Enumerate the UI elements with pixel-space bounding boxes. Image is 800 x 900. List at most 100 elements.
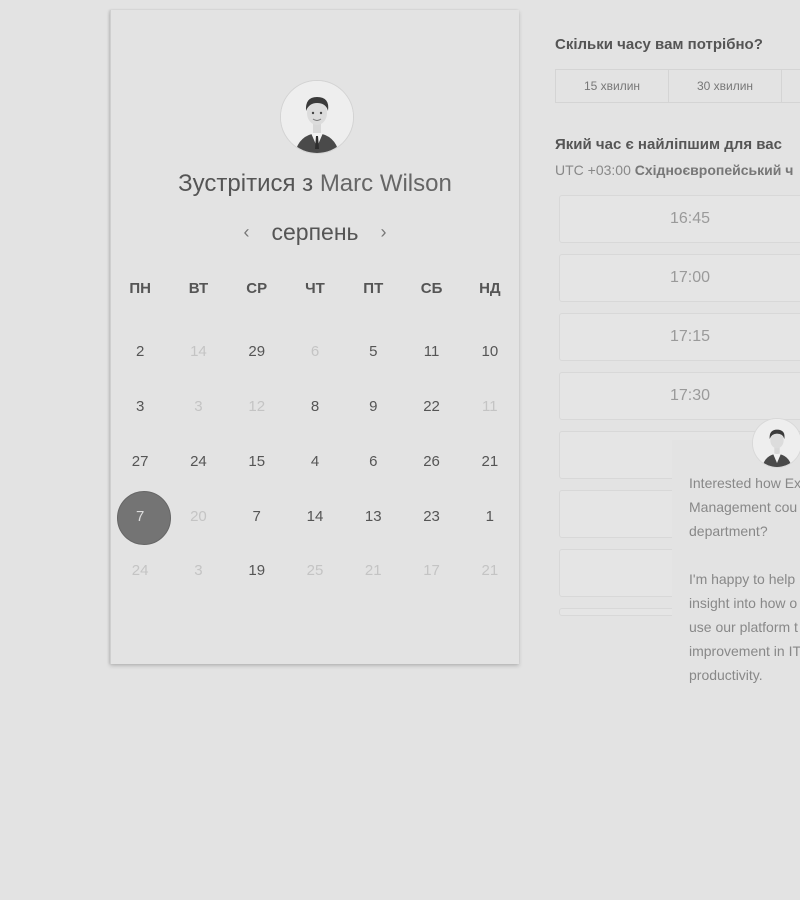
calendar-day[interactable]: 3 <box>111 387 169 427</box>
time-slot[interactable]: 16:45 <box>559 195 800 243</box>
day-number: 24 <box>190 453 207 470</box>
host-photo-icon <box>281 81 353 153</box>
day-number: 13 <box>364 508 382 525</box>
calendar-day: 24 <box>111 551 169 591</box>
weekday-label: НД <box>479 280 501 297</box>
duration-question: Скільки часу вам потрібно? <box>555 36 763 53</box>
calendar-day[interactable]: 6 <box>344 442 402 482</box>
calendar-day[interactable]: 4 <box>286 442 344 482</box>
day-number: 11 <box>423 343 440 360</box>
chat-text-line: productivity. <box>689 667 763 683</box>
calendar-day[interactable]: 24 <box>169 442 227 482</box>
chevron-right-icon[interactable]: › <box>373 222 395 243</box>
calendar-day[interactable]: 2 <box>111 332 169 372</box>
host-name: Marc Wilson <box>319 170 452 197</box>
time-slot[interactable]: 17:30 <box>559 372 800 420</box>
chat-text-line: insight into how o <box>689 595 798 611</box>
day-number: 29 <box>248 343 266 360</box>
chevron-left-icon[interactable]: ‹ <box>235 222 257 243</box>
calendar-day[interactable]: 21 <box>461 442 519 482</box>
title-prefix: Зустрітися з <box>178 170 314 197</box>
calendar-day: 21 <box>344 551 402 591</box>
duration-15-button[interactable]: 15 хвилин <box>556 70 669 102</box>
day-number: 6 <box>369 453 378 470</box>
calendar-day: 11 <box>461 387 519 427</box>
day-number: 7 <box>252 508 261 525</box>
calendar-week-row: 2 14 29 6 5 11 10 <box>111 332 519 372</box>
calendar-day: 17 <box>402 551 460 591</box>
calendar-week-row: 7 20 7 14 13 23 1 <box>111 491 519 545</box>
chat-text-line: Management cou <box>689 499 798 515</box>
calendar-day: 21 <box>461 551 519 591</box>
calendar-day: 25 <box>286 551 344 591</box>
selected-day[interactable]: 7 <box>111 491 172 545</box>
calendar-day[interactable]: 5 <box>344 332 402 372</box>
calendar-day[interactable]: 29 <box>228 332 286 372</box>
chat-text-line: I'm happy to help <box>689 571 796 587</box>
calendar-day[interactable]: 27 <box>111 442 169 482</box>
calendar-day[interactable]: 11 <box>402 332 460 372</box>
calendar-day[interactable]: 22 <box>402 387 460 427</box>
chat-text-line: improvement in IT <box>689 643 800 659</box>
calendar-day: 14 <box>169 332 227 372</box>
calendar-day[interactable]: 23 <box>402 497 460 537</box>
duration-30-button[interactable]: 30 хвилин <box>669 70 782 102</box>
weekday-label: СБ <box>420 280 443 297</box>
calendar-day: 3 <box>169 551 227 591</box>
calendar-day[interactable]: 7 <box>228 497 286 537</box>
chat-text-line: use our platform t <box>689 619 798 635</box>
calendar-day[interactable]: 9 <box>344 387 402 427</box>
weekday-label: СР <box>246 280 268 297</box>
timezone-offset: UTC +03:00 <box>555 162 631 178</box>
chat-text-line: Interested how Ex <box>689 475 800 491</box>
calendar-day[interactable]: 26 <box>402 442 460 482</box>
day-number: 25 <box>306 562 324 579</box>
calendar-day: 3 <box>169 387 227 427</box>
month-label: серпень <box>271 218 359 245</box>
calendar-day[interactable]: 13 <box>344 497 402 537</box>
weekday-label: ПН <box>129 280 151 297</box>
calendar-day[interactable]: 19 <box>228 551 286 591</box>
weekday-label: ЧТ <box>305 280 325 297</box>
day-number: 9 <box>369 398 378 415</box>
calendar-week-row: 3 3 12 8 9 22 11 <box>111 387 519 427</box>
agent-photo-icon <box>753 419 800 467</box>
meeting-title: Зустрітися з Marc Wilson <box>111 170 519 198</box>
day-number: 1 <box>485 508 494 525</box>
calendar-day[interactable]: 14 <box>286 497 344 537</box>
day-number: 14 <box>306 508 324 525</box>
calendar-day[interactable]: 1 <box>461 497 519 537</box>
timezone-label[interactable]: UTC +03:00 Східноєвропейський ч <box>555 162 793 178</box>
month-navigation: ‹ серпень › <box>111 216 519 248</box>
day-number: 10 <box>481 343 499 360</box>
time-question: Який час є найліпшим для вас <box>555 136 782 153</box>
day-number: 3 <box>194 398 203 415</box>
calendar-day[interactable]: 15 <box>228 442 286 482</box>
calendar-day[interactable]: 8 <box>286 387 344 427</box>
day-number: 23 <box>423 508 440 525</box>
calendar-day[interactable]: 10 <box>461 332 519 372</box>
calendar-day: 20 <box>169 497 227 537</box>
calendar-day: 6 <box>286 332 344 372</box>
weekday-label: ВТ <box>188 280 209 297</box>
day-number: 5 <box>369 343 378 360</box>
day-number: 21 <box>481 453 499 470</box>
timezone-name: Східноєвропейський ч <box>634 162 794 178</box>
day-number: 3 <box>135 398 145 415</box>
day-number: 2 <box>135 343 145 360</box>
day-number: 19 <box>248 562 266 579</box>
chat-text-line: department? <box>689 523 768 539</box>
weekday-header: ПН ВТ СР ЧТ ПТ СБ НД <box>111 280 519 297</box>
time-slot[interactable]: 17:00 <box>559 254 800 302</box>
day-number: 20 <box>190 508 207 525</box>
chat-avatar[interactable] <box>752 418 800 468</box>
day-number: 15 <box>248 453 266 470</box>
duration-options: 15 хвилин 30 хвилин <box>555 69 800 103</box>
day-number: 12 <box>248 398 266 415</box>
day-number: 6 <box>310 343 320 360</box>
weekday-label: ПТ <box>363 280 384 297</box>
day-number: 8 <box>310 398 320 415</box>
day-number: 11 <box>482 398 498 415</box>
time-slot[interactable]: 17:15 <box>559 313 800 361</box>
host-avatar <box>280 80 354 154</box>
